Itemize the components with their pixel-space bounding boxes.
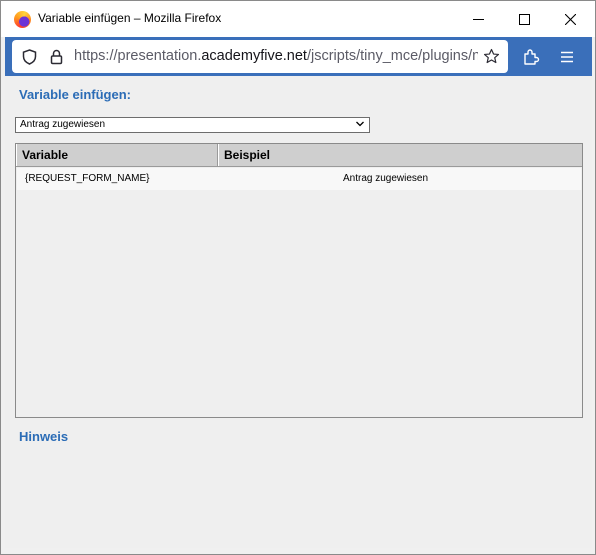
close-button[interactable] [547, 1, 593, 37]
browser-toolbar: https://presentation.academyfive.net/jsc… [5, 37, 592, 76]
url-prefix: https://presentation. [74, 48, 202, 64]
minimize-icon [472, 18, 484, 20]
shield-icon[interactable] [21, 48, 38, 65]
menu-icon [561, 51, 573, 63]
chevron-down-icon [356, 121, 364, 127]
table-row[interactable]: {REQUEST_FORM_NAME} Antrag zugewiesen [17, 168, 581, 190]
url-bar[interactable]: https://presentation.academyfive.net/jsc… [12, 40, 508, 73]
column-header-variable[interactable]: Variable [16, 144, 218, 166]
maximize-button[interactable] [501, 1, 547, 37]
browser-window: Variable einfügen – Mozilla Firefox http… [0, 0, 596, 555]
firefox-logo-icon [14, 11, 31, 28]
page-title: Variable einfügen: [19, 87, 131, 102]
url-suffix: /jscripts/tiny_mce/plugins/new [306, 48, 478, 64]
variable-category-select[interactable]: Antrag zugewiesen [15, 117, 370, 133]
dialog-content: Variable einfügen: Antrag zugewiesen Var… [5, 76, 592, 548]
column-header-beispiel[interactable]: Beispiel [218, 144, 582, 166]
hint-heading: Hinweis [19, 429, 69, 444]
variable-table: Variable Beispiel {REQUEST_FORM_NAME} An… [15, 143, 583, 418]
extensions-icon [524, 49, 540, 65]
url-text[interactable]: https://presentation.academyfive.net/jsc… [74, 48, 478, 64]
star-icon[interactable] [483, 48, 500, 65]
lock-icon[interactable] [48, 48, 65, 65]
title-bar: Variable einfügen – Mozilla Firefox [1, 1, 595, 37]
table-header: Variable Beispiel [16, 144, 582, 167]
minimize-button[interactable] [455, 1, 501, 37]
maximize-icon [518, 13, 530, 25]
close-icon [564, 13, 576, 25]
menu-button[interactable] [556, 46, 578, 68]
cell-beispiel: Antrag zugewiesen [343, 173, 429, 184]
url-host: academyfive.net [201, 48, 307, 64]
cell-variable: {REQUEST_FORM_NAME} [25, 173, 150, 184]
window-title: Variable einfügen – Mozilla Firefox [38, 11, 222, 25]
select-value: Antrag zugewiesen [20, 119, 106, 130]
extensions-button[interactable] [520, 46, 542, 68]
